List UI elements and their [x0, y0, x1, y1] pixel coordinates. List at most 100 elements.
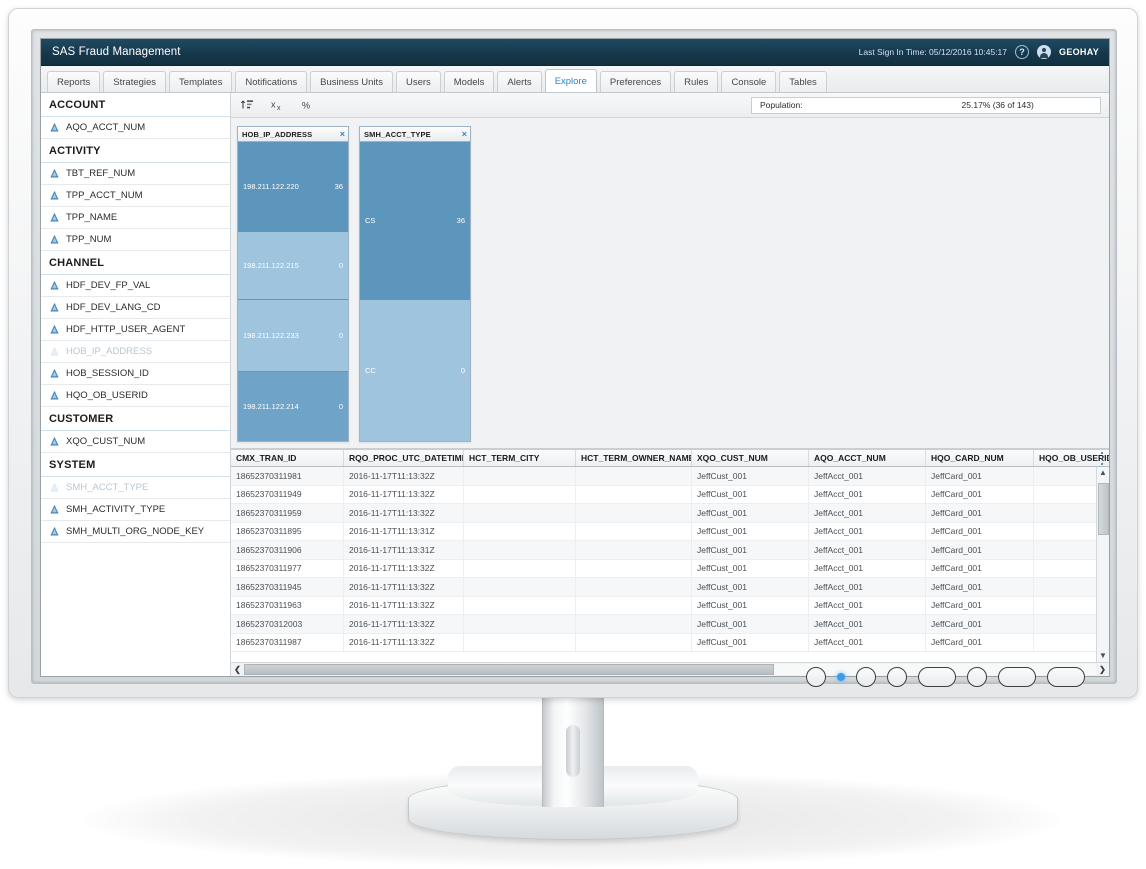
chevron-down-icon[interactable]: ▼ — [1099, 650, 1107, 662]
chevron-up-icon[interactable]: ▲ — [1099, 467, 1107, 479]
monitor-button[interactable] — [856, 667, 876, 687]
tab-models[interactable]: Models — [444, 71, 495, 92]
sidebar-item-tbt_ref_num[interactable]: TBT_REF_NUM — [41, 163, 230, 185]
table-row[interactable]: 186523703119492016-11-17T11:13:32ZJeffCu… — [231, 486, 1109, 505]
user-avatar-icon[interactable] — [1037, 45, 1051, 59]
tab-templates[interactable]: Templates — [169, 71, 232, 92]
variable-icon — [49, 436, 60, 447]
chart-segment[interactable]: CC0 — [360, 300, 470, 441]
table-vertical-scrollbar[interactable]: ▲ ▼ — [1096, 467, 1109, 662]
sidebar-item-xqo_cust_num[interactable]: XQO_CUST_NUM — [41, 431, 230, 453]
monitor-button[interactable] — [1047, 667, 1085, 687]
tab-console[interactable]: Console — [721, 71, 776, 92]
table-row[interactable]: 186523703119062016-11-17T11:13:31ZJeffCu… — [231, 541, 1109, 560]
close-icon[interactable]: × — [340, 130, 345, 139]
tab-reports[interactable]: Reports — [47, 71, 100, 92]
monitor-button[interactable] — [806, 667, 826, 687]
sidebar-item-tpp_acct_num[interactable]: TPP_ACCT_NUM — [41, 185, 230, 207]
variables-sidebar[interactable]: ACCOUNTAQO_ACCT_NUMACTIVITYTBT_REF_NUMTP… — [41, 93, 231, 676]
monitor-button[interactable] — [918, 667, 956, 687]
table-cell: 18652370311895 — [231, 523, 344, 541]
sidebar-item-hqo_ob_userid[interactable]: HQO_OB_USERID — [41, 385, 230, 407]
horizontal-scroll-thumb[interactable] — [244, 664, 774, 675]
tab-users[interactable]: Users — [396, 71, 441, 92]
variable-icon — [49, 234, 60, 245]
sidebar-item-label: TBT_REF_NUM — [66, 168, 135, 179]
vertical-scroll-track[interactable] — [1098, 479, 1109, 650]
tab-tables[interactable]: Tables — [779, 71, 826, 92]
column-header-rqo_proc_utc_datetime[interactable]: RQO_PROC_UTC_DATETIME — [344, 450, 464, 466]
column-header-label: XQO_CUST_NUM — [697, 453, 768, 463]
sidebar-item-hdf_http_user_agent[interactable]: HDF_HTTP_USER_AGENT — [41, 319, 230, 341]
column-header-hct_term_city[interactable]: HCT_TERM_CITY — [464, 450, 576, 466]
monitor-button[interactable] — [887, 667, 907, 687]
chart-segment-value: 0 — [339, 331, 343, 340]
table-cell — [576, 560, 692, 578]
chevron-left-icon[interactable]: ❮ — [231, 665, 244, 674]
chart-card-smh_acct_type[interactable]: SMH_ACCT_TYPE×CS36CC0 — [359, 126, 471, 442]
help-icon[interactable]: ? — [1015, 45, 1029, 59]
table-cell: JeffCard_001 — [926, 597, 1034, 615]
table-row[interactable]: 186523703119812016-11-17T11:13:32ZJeffCu… — [231, 467, 1109, 486]
tab-alerts[interactable]: Alerts — [497, 71, 541, 92]
table-row[interactable]: 186523703118952016-11-17T11:13:31ZJeffCu… — [231, 523, 1109, 542]
table-cell: JeffAcct_001 — [809, 615, 926, 633]
column-header-cmx_tran_id[interactable]: CMX_TRAN_ID — [231, 450, 344, 466]
percent-icon[interactable]: % — [299, 97, 315, 113]
monitor-button[interactable] — [967, 667, 987, 687]
vertical-scroll-thumb[interactable] — [1098, 483, 1109, 535]
column-header-hct_term_owner_name[interactable]: HCT_TERM_OWNER_NAME — [576, 450, 692, 466]
chart-segment[interactable]: CS36 — [360, 142, 470, 300]
sidebar-item-aqo_acct_num[interactable]: AQO_ACCT_NUM — [41, 117, 230, 139]
table-row[interactable]: 186523703119632016-11-17T11:13:32ZJeffCu… — [231, 597, 1109, 616]
sidebar-item-smh_acct_type[interactable]: SMH_ACCT_TYPE — [41, 477, 230, 499]
sidebar-item-hob_session_id[interactable]: HOB_SESSION_ID — [41, 363, 230, 385]
monitor-button[interactable] — [998, 667, 1036, 687]
chart-segment-value: 0 — [339, 261, 343, 270]
chart-segment[interactable]: 198.211.122.22036 — [238, 142, 348, 232]
sidebar-item-smh_activity_type[interactable]: SMH_ACTIVITY_TYPE — [41, 499, 230, 521]
chart-segment[interactable]: 198.211.122.2150 — [238, 232, 348, 301]
table-cell: 18652370311963 — [231, 597, 344, 615]
table-cell: JeffAcct_001 — [809, 467, 926, 485]
more-options-icon[interactable] — [1098, 452, 1106, 465]
tab-label: Strategies — [113, 77, 156, 88]
tab-label: Console — [731, 77, 766, 88]
sidebar-item-label: XQO_CUST_NUM — [66, 436, 145, 447]
sort-ascending-icon[interactable] — [239, 97, 255, 113]
explore-toolbar: x x % Population: — [231, 93, 1109, 118]
chevron-right-icon[interactable]: ❯ — [1096, 665, 1109, 674]
table-cell — [464, 486, 576, 504]
tab-rules[interactable]: Rules — [674, 71, 718, 92]
tab-explore[interactable]: Explore — [545, 69, 597, 92]
chart-card-hob_ip_address[interactable]: HOB_IP_ADDRESS×198.211.122.22036198.211.… — [237, 126, 349, 442]
tab-business-units[interactable]: Business Units — [310, 71, 393, 92]
table-cell: 2016-11-17T11:13:31Z — [344, 541, 464, 559]
sidebar-item-smh_multi_org_node_key[interactable]: SMH_MULTI_ORG_NODE_KEY — [41, 521, 230, 543]
sidebar-item-label: SMH_ACTIVITY_TYPE — [66, 504, 165, 515]
tab-preferences[interactable]: Preferences — [600, 71, 671, 92]
table-row[interactable]: 186523703119452016-11-17T11:13:32ZJeffCu… — [231, 578, 1109, 597]
chart-segment[interactable]: 198.211.122.2330 — [238, 300, 348, 372]
close-icon[interactable]: × — [462, 130, 467, 139]
column-header-aqo_acct_num[interactable]: AQO_ACCT_NUM — [809, 450, 926, 466]
x-subscript-icon[interactable]: x x — [269, 97, 285, 113]
sidebar-item-tpp_num[interactable]: TPP_NUM — [41, 229, 230, 251]
chart-segment[interactable]: 198.211.122.2140 — [238, 372, 348, 441]
sidebar-item-hdf_dev_lang_cd[interactable]: HDF_DEV_LANG_CD — [41, 297, 230, 319]
tab-notifications[interactable]: Notifications — [235, 71, 307, 92]
sidebar-item-tpp_name[interactable]: TPP_NAME — [41, 207, 230, 229]
sidebar-item-hdf_dev_fp_val[interactable]: HDF_DEV_FP_VAL — [41, 275, 230, 297]
column-header-hqo_card_num[interactable]: HQO_CARD_NUM — [926, 450, 1034, 466]
table-row[interactable]: 186523703119592016-11-17T11:13:32ZJeffCu… — [231, 504, 1109, 523]
table-body[interactable]: 186523703119812016-11-17T11:13:32ZJeffCu… — [231, 467, 1109, 662]
sidebar-item-hob_ip_address[interactable]: HOB_IP_ADDRESS — [41, 341, 230, 363]
table-row[interactable]: 186523703119772016-11-17T11:13:32ZJeffCu… — [231, 560, 1109, 579]
tab-label: Preferences — [610, 77, 661, 88]
column-header-xqo_cust_num[interactable]: XQO_CUST_NUM — [692, 450, 809, 466]
tab-strategies[interactable]: Strategies — [103, 71, 166, 92]
table-row[interactable]: 186523703120032016-11-17T11:13:32ZJeffCu… — [231, 615, 1109, 634]
table-row[interactable]: 186523703119872016-11-17T11:13:32ZJeffCu… — [231, 634, 1109, 653]
table-cell: JeffAcct_001 — [809, 578, 926, 596]
tab-label: Explore — [555, 76, 587, 87]
